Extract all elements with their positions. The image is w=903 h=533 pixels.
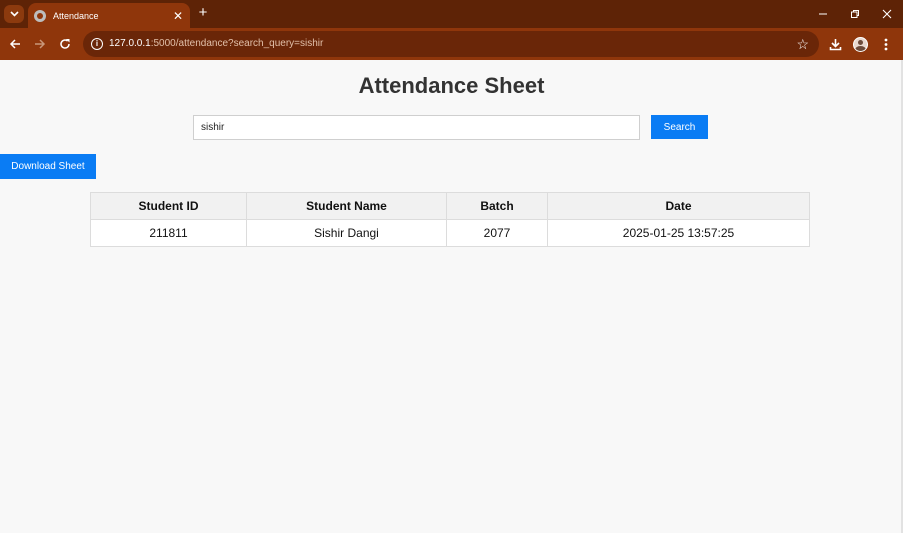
star-icon[interactable]: ☆ [796, 35, 809, 53]
url-text: 127.0.0.1:5000/attendance?search_query=s… [109, 38, 323, 49]
address-bar[interactable]: i 127.0.0.1:5000/attendance?search_query… [83, 31, 819, 57]
profile-button[interactable] [851, 35, 869, 53]
info-icon[interactable]: i [91, 38, 103, 50]
page-title: Attendance Sheet [358, 73, 545, 98]
table-header-row: Student ID Student Name Batch Date [90, 192, 810, 220]
download-icon[interactable] [826, 35, 844, 53]
column-header-date: Date [547, 192, 810, 220]
search-input[interactable] [193, 115, 640, 140]
window-controls [807, 0, 903, 28]
new-tab-button[interactable]: + [196, 5, 210, 21]
cell-date: 2025-01-25 13:57:25 [547, 219, 810, 247]
url-path: :5000/attendance?search_query=sishir [150, 38, 324, 49]
cell-batch: 2077 [446, 219, 548, 247]
search-button[interactable]: Search [651, 115, 708, 139]
minimize-icon[interactable] [807, 0, 839, 28]
more-icon[interactable] [877, 35, 895, 53]
column-header-student-id: Student ID [90, 192, 247, 220]
chevron-down-icon [9, 11, 19, 17]
tab-attendance[interactable]: Attendance ✕ [28, 3, 190, 28]
page-content: Attendance Sheet Search Download Sheet S… [0, 60, 903, 533]
avatar [852, 36, 868, 52]
tab-title: Attendance [53, 10, 99, 21]
url-host: 127.0.0.1 [109, 38, 151, 49]
tab-strip: Attendance ✕ + [0, 0, 903, 28]
restore-icon[interactable] [839, 0, 871, 28]
close-tab-icon[interactable]: ✕ [171, 10, 185, 22]
column-header-student-name: Student Name [246, 192, 447, 220]
cell-student-id: 211811 [90, 219, 247, 247]
cell-student-name: Sishir Dangi [246, 219, 447, 247]
table-row: 211811 Sishir Dangi 2077 2025-01-25 13:5… [90, 219, 810, 247]
reload-icon[interactable] [56, 35, 74, 53]
back-icon[interactable] [6, 35, 24, 53]
close-window-icon[interactable] [871, 0, 903, 28]
forward-icon[interactable] [31, 35, 49, 53]
column-header-batch: Batch [446, 192, 548, 220]
browser-toolbar: i 127.0.0.1:5000/attendance?search_query… [0, 28, 903, 60]
download-sheet-button[interactable]: Download Sheet [0, 154, 96, 179]
globe-icon [34, 9, 46, 22]
tab-search-button[interactable] [4, 5, 24, 23]
attendance-table: Student ID Student Name Batch Date 21181… [90, 192, 810, 247]
